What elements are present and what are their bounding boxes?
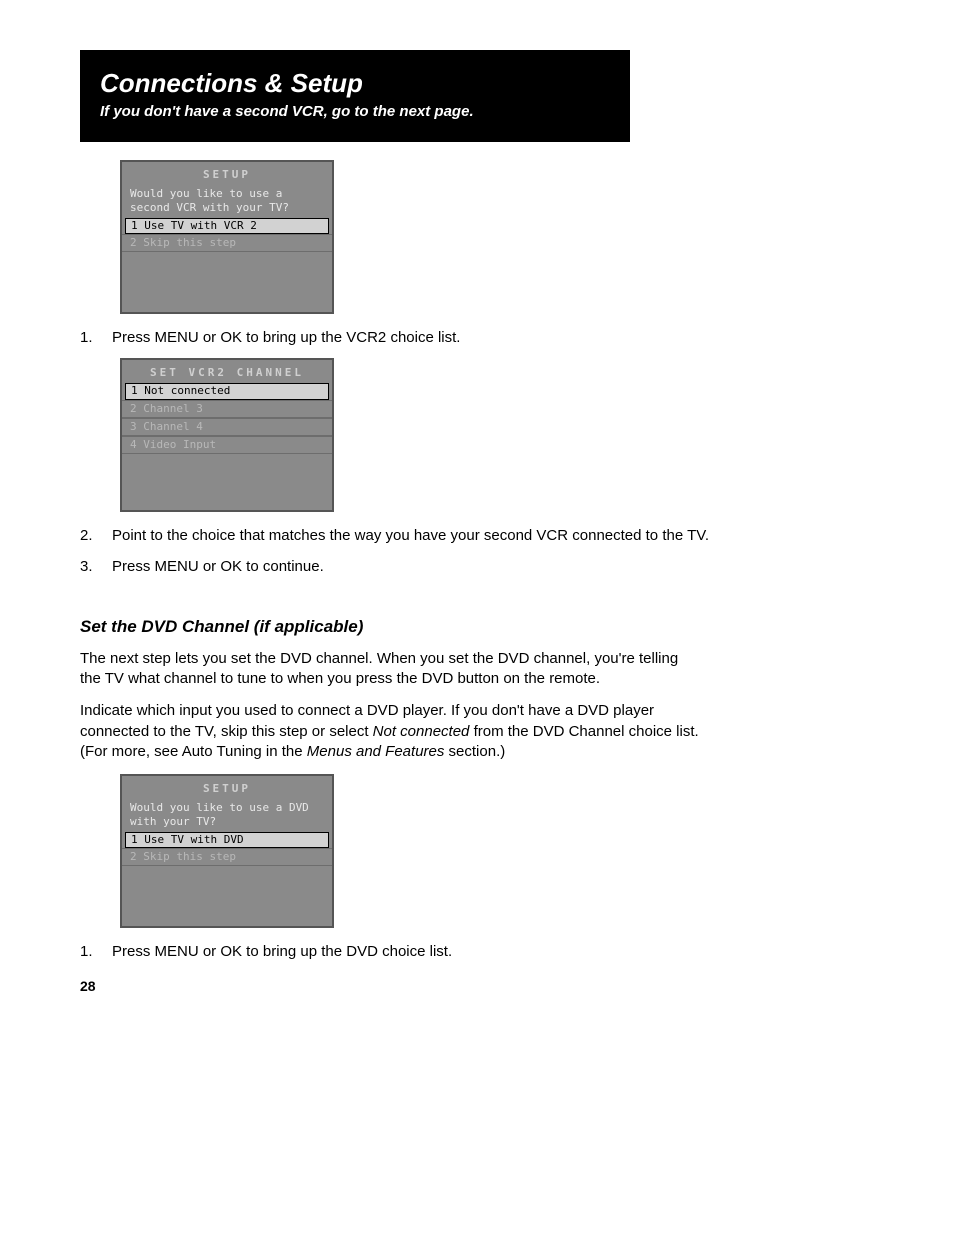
instruction-step: 1. Press MENU or OK to bring up the DVD …	[80, 942, 874, 962]
setup-screen-vcr2-channel: SET VCR2 CHANNEL 1 Not connected 2 Chann…	[120, 358, 334, 512]
text: section.)	[444, 743, 505, 760]
menu-option-selected: 1 Use TV with VCR 2	[125, 218, 329, 234]
manual-page: Connections & Setup If you don't have a …	[0, 0, 954, 1012]
instruction-step: 2. Point to the choice that matches the …	[80, 526, 874, 546]
instruction-list: 1. Press MENU or OK to bring up the DVD …	[80, 942, 874, 962]
step-text: Press MENU or OK to bring up the DVD cho…	[112, 942, 874, 962]
instruction-list: 1. Press MENU or OK to bring up the VCR2…	[80, 328, 874, 348]
step-number: 1.	[80, 942, 112, 962]
header-bar: Connections & Setup If you don't have a …	[80, 50, 630, 142]
screen-title: SETUP	[122, 776, 332, 799]
italic-text: Menus and Features	[307, 743, 445, 760]
italic-text: Not connected	[373, 723, 470, 740]
body-paragraph: Indicate which input you used to connect…	[80, 701, 700, 762]
menu-option-selected: 1 Not connected	[125, 383, 329, 399]
screen-prompt: Would you like to use a DVD with your TV…	[122, 799, 332, 832]
step-text: Press MENU or OK to continue.	[112, 557, 874, 577]
step-number: 1.	[80, 328, 112, 348]
screen-title: SETUP	[122, 162, 332, 185]
setup-screen-vcr2-prompt: SETUP Would you like to use a second VCR…	[120, 160, 334, 314]
page-title: Connections & Setup	[100, 68, 610, 99]
step-text: Point to the choice that matches the way…	[112, 526, 874, 546]
menu-option: 4 Video Input	[122, 436, 332, 454]
menu-option: 2 Skip this step	[122, 848, 332, 866]
step-number: 3.	[80, 557, 112, 577]
menu-option: 3 Channel 4	[122, 418, 332, 436]
page-subtitle: If you don't have a second VCR, go to th…	[100, 103, 610, 120]
instruction-step: 3. Press MENU or OK to continue.	[80, 557, 874, 577]
setup-screen-dvd-prompt: SETUP Would you like to use a DVD with y…	[120, 774, 334, 928]
screen-prompt: Would you like to use a second VCR with …	[122, 185, 332, 218]
menu-option-selected: 1 Use TV with DVD	[125, 832, 329, 848]
menu-option: 2 Skip this step	[122, 234, 332, 252]
page-number: 28	[80, 978, 96, 994]
step-text: Press MENU or OK to bring up the VCR2 ch…	[112, 328, 874, 348]
instruction-list: 2. Point to the choice that matches the …	[80, 526, 874, 577]
menu-option: 2 Channel 3	[122, 400, 332, 418]
section-heading: Set the DVD Channel (if applicable)	[80, 617, 874, 637]
body-paragraph: The next step lets you set the DVD chann…	[80, 649, 700, 690]
step-number: 2.	[80, 526, 112, 546]
instruction-step: 1. Press MENU or OK to bring up the VCR2…	[80, 328, 874, 348]
screen-title: SET VCR2 CHANNEL	[122, 360, 332, 383]
